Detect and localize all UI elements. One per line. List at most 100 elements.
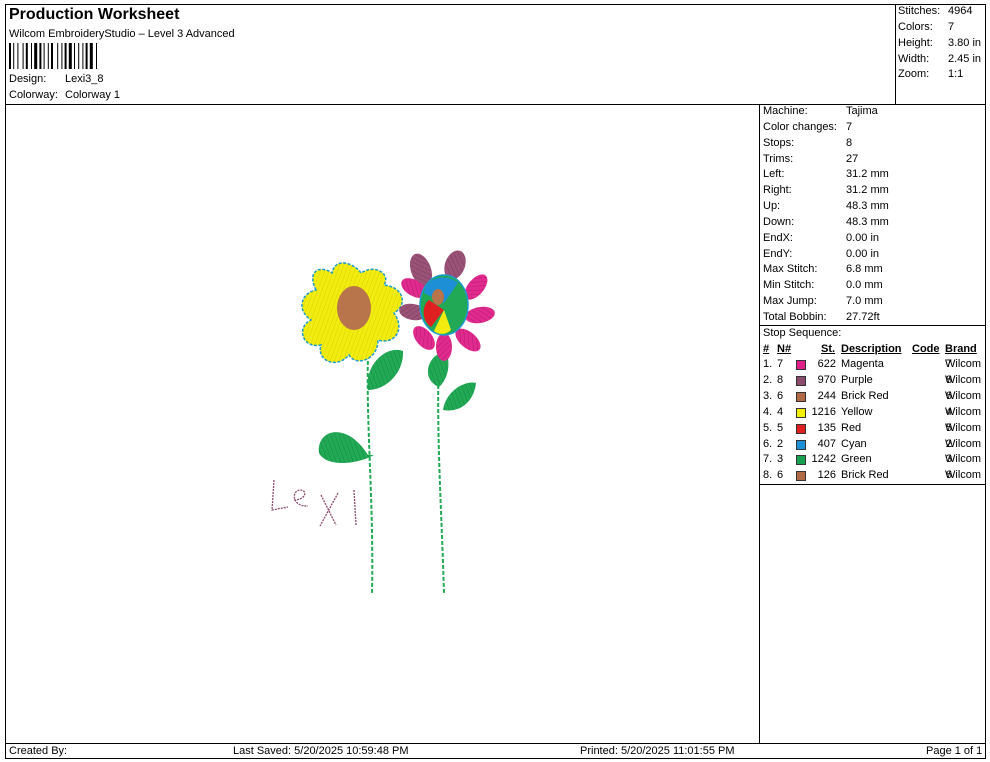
- endx-value: 0.00 in: [846, 232, 880, 244]
- total-bobbin-value: 27.72ft: [846, 311, 880, 323]
- colorway-value: Colorway 1: [65, 89, 121, 101]
- stop-sequence-title: Stop Sequence:: [763, 327, 842, 339]
- width-label: Width:: [898, 53, 930, 65]
- zoom-label: Zoom:: [898, 68, 930, 80]
- sequence-brand: Wilcom: [945, 405, 982, 418]
- last-saved: Last Saved: 5/20/2025 10:59:48 PM: [233, 745, 409, 757]
- sequence-st: 622: [817, 358, 836, 370]
- sequence-n: 7: [777, 358, 784, 370]
- height-label: Height:: [898, 37, 933, 49]
- right-value: 31.2 mm: [846, 184, 889, 196]
- sequence-description: Brick Red: [841, 389, 889, 402]
- left-label: Left:: [763, 168, 785, 180]
- sequence-st: 1242: [811, 453, 836, 466]
- sequence-n: 4: [777, 405, 784, 418]
- sequence-index: 4.: [763, 405, 773, 418]
- col-header-index: #: [763, 343, 770, 355]
- max-jump-label: Max Jump:: [763, 295, 817, 307]
- color-swatch: [796, 360, 806, 370]
- total-bobbin-label: Total Bobbin:: [763, 311, 827, 323]
- created-by: Created By:: [9, 745, 68, 757]
- left-stem: [366, 354, 374, 596]
- color-swatch: [796, 439, 806, 450]
- yellow-flower-center: [337, 286, 371, 330]
- endy-value: 0.00 in: [846, 248, 880, 260]
- sequence-index: 1.: [763, 358, 773, 370]
- color-changes-label: Color changes:: [763, 121, 837, 133]
- machine-label: Machine:: [763, 105, 808, 117]
- color-swatch: [796, 423, 806, 434]
- stitches-label: Stitches:: [898, 5, 941, 17]
- col-header-st: St.: [821, 343, 836, 355]
- max-stitch-label: Max Stitch:: [763, 263, 818, 275]
- trims-label: Trims:: [763, 153, 794, 165]
- up-value: 48.3 mm: [846, 200, 889, 212]
- sequence-st: 244: [817, 389, 836, 402]
- stitches-value: 4964: [948, 5, 973, 17]
- printed-date: Printed: 5/20/2025 11:01:55 PM: [580, 745, 735, 757]
- sequence-description: Brick Red: [841, 469, 889, 482]
- color-swatch: [796, 455, 806, 466]
- color-changes-value: 7: [846, 121, 853, 133]
- trims-value: 27: [846, 153, 859, 165]
- sequence-n: 2: [777, 437, 784, 450]
- right-label: Right:: [763, 184, 792, 196]
- leaf-left-lower: [318, 432, 374, 463]
- sequence-index: 5.: [763, 421, 773, 434]
- design-label: Design:: [9, 73, 47, 85]
- barcode: [9, 43, 97, 69]
- design-preview: [6, 105, 758, 743]
- stops-value: 8: [846, 137, 853, 149]
- sequence-index: 3.: [763, 389, 773, 402]
- sequence-divider: [759, 325, 986, 326]
- machine-value: Tajima: [846, 105, 878, 117]
- sequence-n: 3: [777, 453, 784, 466]
- sequence-n: 8: [777, 373, 784, 386]
- multi-flower: [399, 250, 495, 361]
- colors-label: Colors:: [898, 21, 933, 33]
- sequence-st: 1216: [811, 405, 836, 418]
- color-swatch: [796, 471, 806, 482]
- sequence-description: Cyan: [841, 437, 867, 450]
- max-stitch-value: 6.8 mm: [846, 263, 883, 275]
- left-value: 31.2 mm: [846, 168, 889, 180]
- info-column-divider: [759, 104, 760, 743]
- sequence-brand: Wilcom: [945, 453, 982, 466]
- page-number: Page 1 of 1: [926, 745, 983, 757]
- software-name: Wilcom EmbroideryStudio – Level 3 Advanc…: [9, 28, 235, 40]
- sequence-description: Green: [841, 453, 872, 466]
- sequence-description: Magenta: [841, 358, 884, 370]
- color-swatch: [796, 391, 806, 402]
- lexi-signature: [271, 479, 357, 527]
- endy-label: EndY:: [763, 248, 793, 260]
- sequence-st: 970: [817, 373, 836, 386]
- sequence-row: 8. 6 126 Brick Red 6 Wilcom: [762, 469, 986, 485]
- sequence-n: 5: [777, 421, 784, 434]
- sequence-index: 7.: [763, 453, 773, 466]
- color-swatch: [796, 375, 806, 386]
- sequence-row: 7. 3 1242 Green 3 Wilcom: [762, 453, 986, 469]
- colors-value: 7: [948, 21, 955, 33]
- sequence-st: 135: [817, 421, 836, 434]
- sequence-st: 126: [817, 469, 836, 482]
- min-stitch-label: Min Stitch:: [763, 279, 815, 291]
- sequence-n: 6: [777, 469, 784, 482]
- min-stitch-value: 0.0 mm: [846, 279, 883, 291]
- page-title: Production Worksheet: [9, 6, 180, 23]
- sequence-row: 6. 2 407 Cyan 2 Wilcom: [762, 438, 986, 454]
- col-header-description: Description: [841, 343, 902, 355]
- sequence-brand: Wilcom: [945, 437, 982, 450]
- sequence-brand: Wilcom: [945, 389, 982, 402]
- sequence-description: Yellow: [841, 405, 873, 418]
- height-value: 3.80 in: [948, 37, 982, 49]
- sequence-row: 3. 6 244 Brick Red 6 Wilcom: [762, 390, 986, 406]
- sequence-row: 2. 8 970 Purple 8 Wilcom: [762, 374, 986, 390]
- right-stem: [437, 354, 445, 596]
- leaf-left-upper: [367, 349, 404, 390]
- up-label: Up:: [763, 200, 781, 212]
- color-swatch: [796, 407, 806, 418]
- leaf-right-lower: [443, 382, 476, 411]
- embroidery-design: [271, 250, 495, 596]
- sequence-row: 5. 5 135 Red 5 Wilcom: [762, 422, 986, 438]
- max-jump-value: 7.0 mm: [846, 295, 883, 307]
